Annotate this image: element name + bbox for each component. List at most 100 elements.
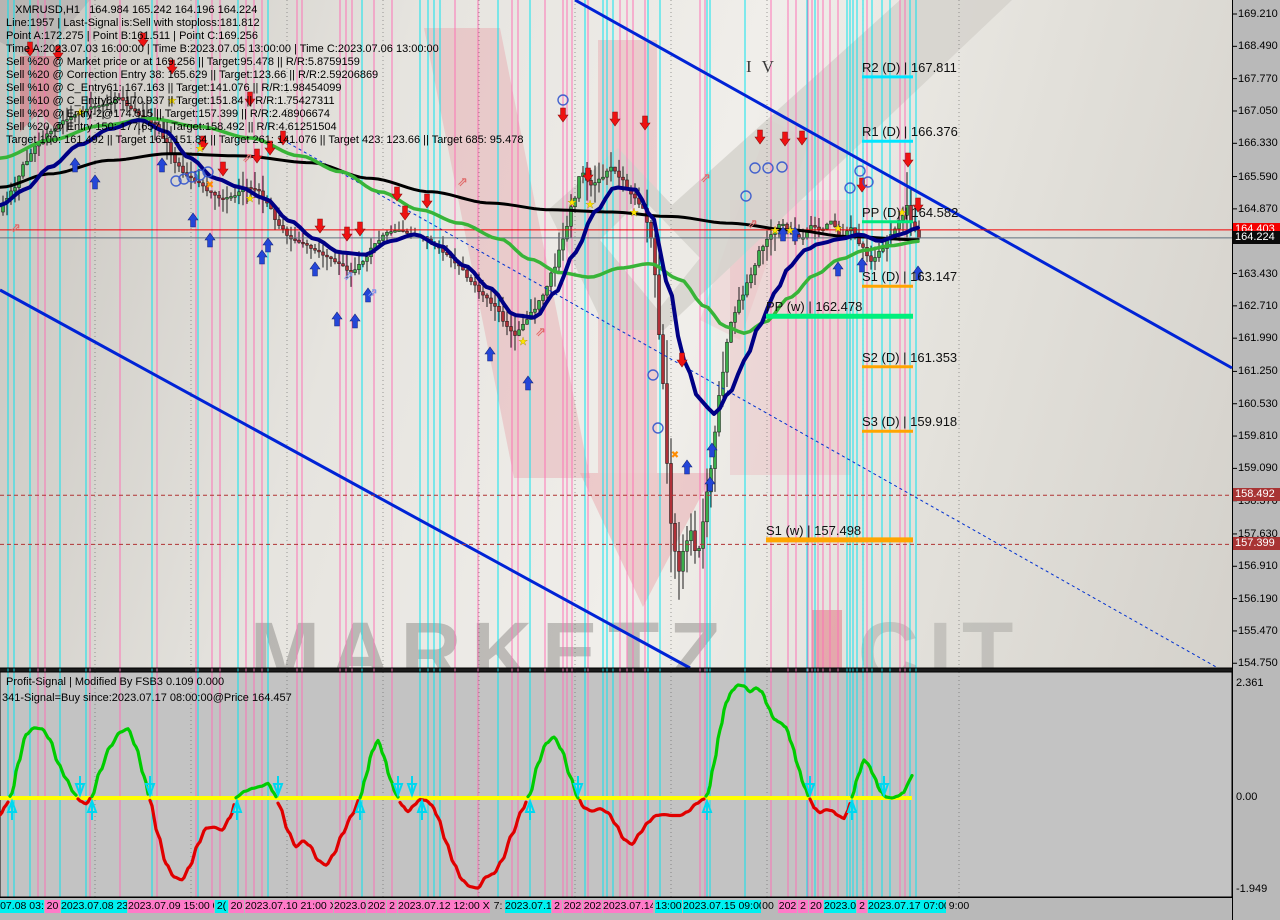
bull-candle <box>537 300 541 310</box>
info-line: XMRUSD,H1 164.984 165.242 164.196 164.22… <box>6 4 258 16</box>
mt4-chart-window: MARKETZ CIT ★ ★ ★ ★ ★ ★ ★ ★ ★ ★ ★ ★ ✖ ✖ ⇗ ⇗ ⇗ ⇗ ⇗ ⇗ ⇗ ⇗ XMRUS… <box>0 0 1280 920</box>
bear-candle <box>301 242 305 245</box>
bull-candle <box>725 341 729 373</box>
bear-candle <box>297 239 301 243</box>
osc-axis-max: 2.361 <box>1236 677 1264 689</box>
osc-axis-min: -1.949 <box>1236 883 1268 895</box>
time-axis-label[interactable]: 20 <box>229 900 244 913</box>
time-axis-label[interactable]: 2 <box>552 900 562 913</box>
bull-candle <box>361 261 365 265</box>
bear-candle <box>497 306 501 312</box>
price-axis-label: 159.090 <box>1238 462 1278 475</box>
watermark-shape <box>580 473 713 607</box>
price-axis-label: 161.250 <box>1238 365 1278 378</box>
time-axis-label[interactable]: 2 <box>798 900 808 913</box>
bear-candle <box>869 255 873 262</box>
time-axis-label[interactable]: 2023.07.17 07:00 <box>868 900 946 913</box>
bull-candle <box>233 195 237 198</box>
time-axis-label[interactable]: 2023.0 <box>824 900 856 913</box>
time-axis-label[interactable]: 20 <box>809 900 823 913</box>
bull-candle <box>681 551 685 572</box>
bull-candle <box>545 286 549 296</box>
info-line: Sell %20 @ Correction Entry 38: 165.629 … <box>6 69 379 81</box>
osc-axis-zero: 0.00 <box>1236 791 1258 803</box>
time-axis-label[interactable]: 2( <box>215 900 228 913</box>
price-axis-label: 168.490 <box>1238 40 1278 53</box>
star-icon: ★ <box>518 336 528 348</box>
breakout-arrow-icon: ⇗ <box>747 216 758 231</box>
sr-level-label: S3 (D) | 159.918 <box>862 414 958 430</box>
price-axis-label: 156.910 <box>1238 560 1278 573</box>
time-axis-label[interactable]: 2 <box>857 900 867 913</box>
bull-candle <box>829 220 833 225</box>
bear-candle <box>633 193 637 199</box>
time-axis-label[interactable]: 2023.0 <box>334 900 366 913</box>
bull-candle <box>229 196 233 199</box>
bull-candle <box>525 319 529 325</box>
star-icon: ★ <box>770 225 780 237</box>
bull-candle <box>517 329 521 336</box>
star-icon: ★ <box>785 225 795 237</box>
indicator-signal-line: 341-Signal=Buy since:2023.07.17 08:00:00… <box>2 692 292 704</box>
bear-candle <box>861 243 865 248</box>
bear-candle <box>173 154 177 163</box>
time-axis-label[interactable]: 07.08 03: <box>0 900 44 913</box>
bull-candle <box>689 530 693 542</box>
osc-negative-segment <box>578 797 706 846</box>
time-axis-label[interactable]: 20 <box>45 900 60 913</box>
bull-candle <box>549 272 553 287</box>
price-axis-label: 163.430 <box>1238 267 1278 280</box>
sell-arrow-icon <box>314 218 326 234</box>
bear-candle <box>329 256 333 259</box>
bull-candle <box>237 191 241 196</box>
sell-arrow-icon <box>391 186 403 202</box>
bull-candle <box>705 491 709 523</box>
bull-candle <box>609 166 613 172</box>
bear-candle <box>305 243 309 246</box>
time-axis-label[interactable]: 13:00 <box>655 900 682 913</box>
bull-candle <box>825 223 829 230</box>
breakout-arrow-icon: ⇗ <box>535 324 546 339</box>
info-line: Sell %20 @ Entry-2@174.515 || Target:157… <box>6 108 331 120</box>
time-axis-label[interactable]: 2023.07.08 23 <box>61 900 127 913</box>
bear-candle <box>181 165 185 173</box>
bear-candle <box>505 321 509 327</box>
time-axis-label[interactable]: 00 <box>762 900 774 913</box>
bull-candle <box>605 170 609 178</box>
bull-candle <box>557 249 561 268</box>
time-axis-label[interactable]: 2023.07.09 15:00 0 <box>128 900 214 913</box>
time-axis-label[interactable]: 2023.07.12 12:00 X0 <box>398 900 490 913</box>
sr-level-label: S2 (D) | 161.353 <box>862 349 958 365</box>
time-axis-label[interactable]: 202 <box>583 900 602 913</box>
bull-candle <box>697 548 701 552</box>
bull-candle <box>873 257 877 262</box>
sr-level-label: PP (D) | 164.582 <box>862 204 959 220</box>
time-axis-label[interactable]: 9:00 <box>947 900 971 913</box>
time-axis-label[interactable]: 2023.07.15 09:00 <box>683 900 761 913</box>
price-axis-label: 169.210 <box>1238 8 1278 20</box>
bull-candle <box>533 308 537 313</box>
info-line: Sell %20 @ Entry 150: 177.657 || Target:… <box>6 121 337 133</box>
x-mark-icon: ✖ <box>671 450 679 461</box>
bear-candle <box>249 187 253 190</box>
bear-candle <box>617 170 621 178</box>
time-axis-label[interactable]: 2023.07.14 <box>603 900 653 913</box>
star-icon: ★ <box>245 193 255 205</box>
breakout-arrow-icon: ⇗ <box>367 285 378 300</box>
price-axis-label: 156.190 <box>1238 592 1278 605</box>
bear-candle <box>209 190 213 193</box>
time-axis-label[interactable]: 2023.07.1 <box>505 900 551 913</box>
time-axis-label[interactable]: 202 <box>563 900 582 913</box>
bull-candle <box>577 176 581 199</box>
time-axis-label[interactable]: 202 <box>778 900 797 913</box>
bull-candle <box>561 238 565 251</box>
time-axis-label[interactable]: 202 <box>367 900 386 913</box>
time-axis-label[interactable]: 2023.07.10 21:00 X <box>245 900 333 913</box>
bull-candle <box>353 269 357 273</box>
bear-candle <box>325 254 329 258</box>
bear-candle <box>693 530 697 552</box>
time-axis-label[interactable]: 2 <box>387 900 397 913</box>
time-axis-label[interactable]: 7: <box>492 900 504 913</box>
breakout-arrow-icon: ⇗ <box>700 170 711 185</box>
breakout-arrow-icon: ⇗ <box>343 268 354 283</box>
